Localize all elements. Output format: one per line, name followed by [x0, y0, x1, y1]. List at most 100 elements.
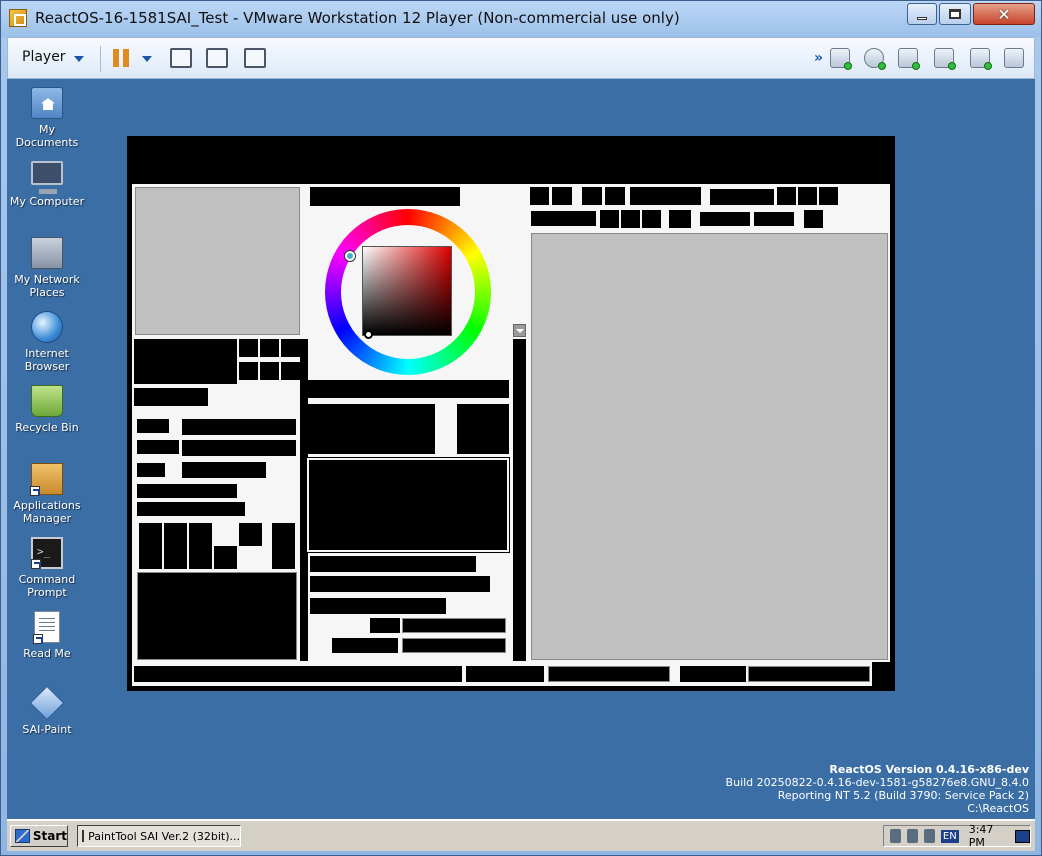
safely-remove-icon[interactable] [906, 829, 918, 843]
pause-icon[interactable] [112, 49, 130, 67]
navigator-preview[interactable] [135, 187, 300, 335]
navigator-controls[interactable] [134, 339, 237, 384]
navigator-button[interactable] [260, 362, 279, 380]
layer-option-field[interactable] [182, 419, 296, 435]
language-indicator[interactable]: EN [940, 829, 959, 843]
navigator-button[interactable] [260, 339, 279, 357]
swatch-palette[interactable] [306, 457, 510, 553]
canvas-toolbar-button[interactable] [798, 187, 817, 205]
maximize-icon [949, 9, 961, 19]
tool-option-label [370, 618, 400, 633]
layer-tool-button[interactable] [139, 523, 162, 569]
volume-icon[interactable] [890, 829, 901, 843]
start-button[interactable]: Start [10, 825, 68, 847]
desktop-icon-label: My Documents [15, 123, 79, 149]
color-swatch-secondary[interactable] [457, 404, 509, 454]
sv-marker[interactable] [364, 330, 373, 339]
desktop-icon-internet-browser[interactable]: Internet Browser [7, 311, 87, 373]
canvas-toolbar-field[interactable] [754, 212, 794, 226]
canvas-toolbar-field[interactable] [700, 212, 750, 226]
guest-desktop[interactable]: My Documents My Computer My Network Plac… [7, 79, 1035, 819]
more-devices-icon[interactable]: » [814, 50, 823, 66]
hard-disk-icon[interactable] [830, 48, 852, 70]
display-icon[interactable] [1004, 48, 1024, 68]
layer-tool-button[interactable] [189, 523, 212, 569]
desktop-icon-read-me[interactable]: Read Me [7, 611, 87, 660]
tool-option-label [332, 638, 398, 653]
canvas-toolbar-field[interactable] [531, 211, 596, 226]
network-tray-icon[interactable] [923, 829, 935, 843]
desktop-icon-sai-paint[interactable]: SAI-Paint [7, 686, 87, 736]
tool-option-bar[interactable] [310, 576, 490, 592]
navigator-button[interactable] [239, 362, 258, 380]
layer-checkbox[interactable] [137, 502, 245, 516]
cd-dvd-icon[interactable] [864, 48, 886, 70]
canvas-toolbar-button[interactable] [819, 187, 838, 205]
resize-grip[interactable] [872, 662, 890, 686]
color-slider[interactable] [307, 380, 509, 398]
desktop-icon-my-documents[interactable]: My Documents [7, 87, 87, 149]
layer-option-field[interactable] [182, 462, 266, 478]
desktop-icon-my-network-places[interactable]: My Network Places [7, 237, 87, 299]
layer-tool-button[interactable] [272, 523, 295, 569]
canvas-toolbar-field[interactable] [630, 187, 701, 205]
close-button[interactable]: ✕ [973, 3, 1035, 25]
drawing-canvas[interactable] [531, 233, 888, 660]
layer-tool-button[interactable] [164, 523, 187, 569]
show-desktop-icon[interactable] [1015, 829, 1030, 843]
power-dropdown-icon[interactable] [142, 56, 152, 62]
minimize-button[interactable] [907, 3, 937, 25]
canvas-toolbar-button[interactable] [582, 187, 602, 205]
saturation-value-square[interactable] [362, 246, 452, 336]
middle-panel-scrollbar[interactable] [513, 339, 526, 661]
navigator-button[interactable] [281, 339, 300, 357]
layer-tool-button[interactable] [239, 523, 262, 546]
painttool-sai-window[interactable] [127, 136, 895, 691]
unity-icon[interactable] [244, 48, 266, 68]
canvas-toolbar-button[interactable] [804, 210, 823, 228]
desktop-icon-recycle-bin[interactable]: Recycle Bin [7, 385, 87, 434]
usb-icon[interactable] [934, 48, 956, 70]
canvas-toolbar-button[interactable] [669, 210, 691, 228]
desktop-icon-command-prompt[interactable]: Command Prompt [7, 537, 87, 599]
desktop-icon-my-computer[interactable]: My Computer [7, 161, 87, 208]
tool-option-field[interactable] [402, 638, 506, 653]
canvas-toolbar-button[interactable] [621, 210, 640, 228]
layer-panel-header[interactable] [134, 388, 208, 406]
vmware-titlebar[interactable]: ReactOS-16-1581SAI_Test - VMware Worksta… [1, 1, 1041, 37]
canvas-toolbar-field[interactable] [710, 189, 774, 205]
maximize-button[interactable] [939, 3, 971, 25]
layer-tool-button[interactable] [214, 546, 237, 569]
send-ctrl-alt-del-icon[interactable] [170, 48, 192, 68]
network-adapter-icon[interactable] [898, 48, 920, 70]
hue-marker[interactable] [345, 251, 355, 261]
tool-option-field[interactable] [402, 618, 506, 633]
sai-paint-icon [30, 686, 64, 720]
clock[interactable]: 3:47 PM [969, 823, 1004, 849]
color-panel-tabs[interactable] [310, 187, 460, 206]
reactos-logo-icon [15, 829, 30, 843]
canvas-toolbar-button[interactable] [600, 210, 619, 228]
player-menu-dropdown-icon[interactable] [74, 56, 84, 62]
sound-card-icon[interactable] [970, 48, 992, 70]
canvas-toolbar-button[interactable] [642, 210, 661, 228]
player-menu[interactable]: Player [22, 49, 66, 65]
color-swatch-main[interactable] [307, 404, 435, 454]
tool-option-bar[interactable] [310, 556, 476, 572]
canvas-toolbar-button[interactable] [530, 187, 549, 205]
taskbar: Start PaintTool SAI Ver.2 (32bit)... EN … [7, 819, 1035, 851]
canvas-toolbar-button[interactable] [552, 187, 572, 205]
app-title-area[interactable] [127, 136, 895, 184]
canvas-toolbar-button[interactable] [777, 187, 796, 205]
navigator-button[interactable] [281, 362, 300, 380]
desktop-icon-applications-manager[interactable]: Applications Manager [7, 463, 87, 525]
layer-checkbox[interactable] [137, 484, 237, 498]
scroll-down-icon[interactable] [513, 324, 526, 337]
taskbar-button-painttool-sai[interactable]: PaintTool SAI Ver.2 (32bit)... [77, 825, 241, 847]
layer-option-field[interactable] [182, 440, 296, 456]
fullscreen-icon[interactable] [206, 48, 228, 68]
navigator-button[interactable] [239, 339, 258, 357]
layer-list[interactable] [137, 572, 297, 660]
canvas-toolbar-button[interactable] [605, 187, 625, 205]
tool-option-bar[interactable] [310, 598, 446, 614]
